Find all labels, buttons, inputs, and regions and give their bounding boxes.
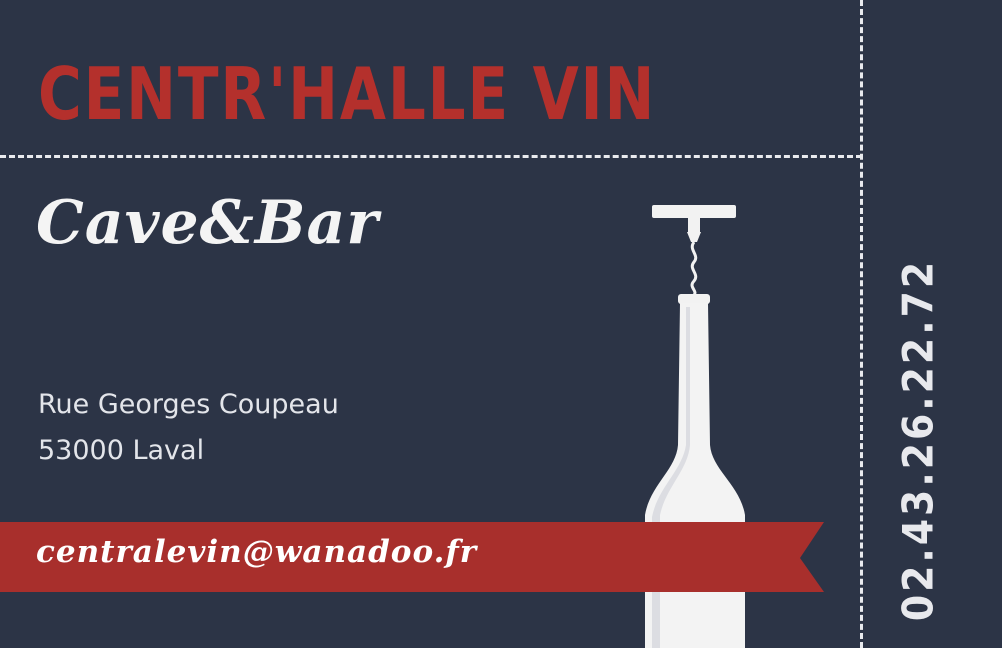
email-address[interactable]: centralevin@wanadoo.fr xyxy=(36,534,477,570)
address-block: Rue Georges Coupeau 53000 Laval xyxy=(38,382,339,474)
business-card: CENTR'HALLE VIN Cave&Bar Rue Georges Cou… xyxy=(0,0,1002,648)
phone-number[interactable]: 02.43.26.22.72 xyxy=(894,259,943,621)
address-city: 53000 Laval xyxy=(38,435,205,466)
business-name: CENTR'HALLE VIN xyxy=(38,52,657,136)
vertical-dashed-divider xyxy=(860,0,863,648)
business-tagline: Cave&Bar xyxy=(36,188,380,258)
address-street: Rue Georges Coupeau xyxy=(38,389,339,420)
horizontal-dashed-divider xyxy=(0,155,862,158)
